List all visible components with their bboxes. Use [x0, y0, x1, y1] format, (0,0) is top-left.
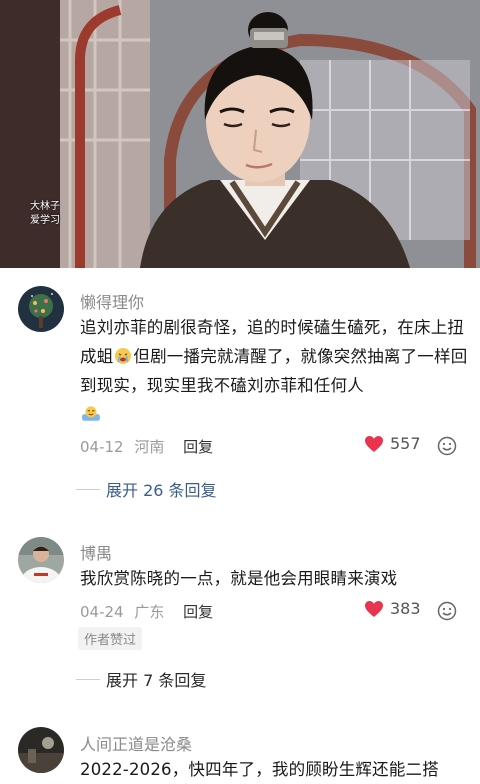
hero-illustration [0, 0, 480, 268]
username[interactable]: 人间正道是沧桑 [80, 731, 192, 755]
comment-meta: 04-12 河南 回复 [80, 438, 214, 456]
comment-meta: 04-24 广东 回复 [80, 603, 214, 621]
heart-icon [365, 435, 383, 452]
comment-text: 我欣赏陈晓的一点，就是他会用眼睛来演戏 [80, 569, 398, 588]
reply-button[interactable]: 回复 [183, 603, 213, 621]
username[interactable]: 懒得理你 [80, 289, 144, 313]
smile-reaction-icon[interactable] [437, 436, 457, 456]
like-button[interactable]: 557 [364, 434, 421, 453]
username[interactable]: 博禺 [80, 540, 112, 564]
crying-face-icon [115, 348, 132, 364]
divider [76, 488, 100, 490]
avatar-scene-image [18, 727, 64, 773]
avatar[interactable] [18, 286, 64, 332]
reply-button[interactable]: 回复 [183, 438, 213, 456]
hero-watermark: 大林子 爱学习 [30, 201, 60, 226]
author-liked-badge: 作者赞过 [78, 627, 143, 650]
hero-image: 大林子 爱学习 [0, 0, 480, 268]
heart-icon [365, 600, 383, 617]
like-count: 557 [390, 434, 421, 453]
avatar[interactable] [18, 727, 64, 773]
comment-text: 2022-2026，快四年了，我的顾盼生辉还能二搭 [80, 760, 439, 779]
avatar[interactable] [18, 537, 64, 583]
comment-text: 追刘亦菲的剧很奇怪，追的时候磕生磕死，在床上扭成蛆 但剧一播完就清醒了，就像突然抽… [80, 313, 470, 429]
avatar-person-image [18, 537, 64, 583]
avatar-tree-image [18, 286, 64, 332]
divider [76, 678, 100, 680]
smile-reaction-icon[interactable] [437, 601, 457, 621]
expand-replies-button[interactable]: 展开 26 条回复 [76, 477, 217, 501]
like-button[interactable]: 383 [364, 599, 421, 618]
expand-replies-button[interactable]: 展开 7 条回复 [76, 667, 206, 691]
lying-down-emoji-icon [82, 406, 100, 421]
like-count: 383 [390, 599, 421, 618]
